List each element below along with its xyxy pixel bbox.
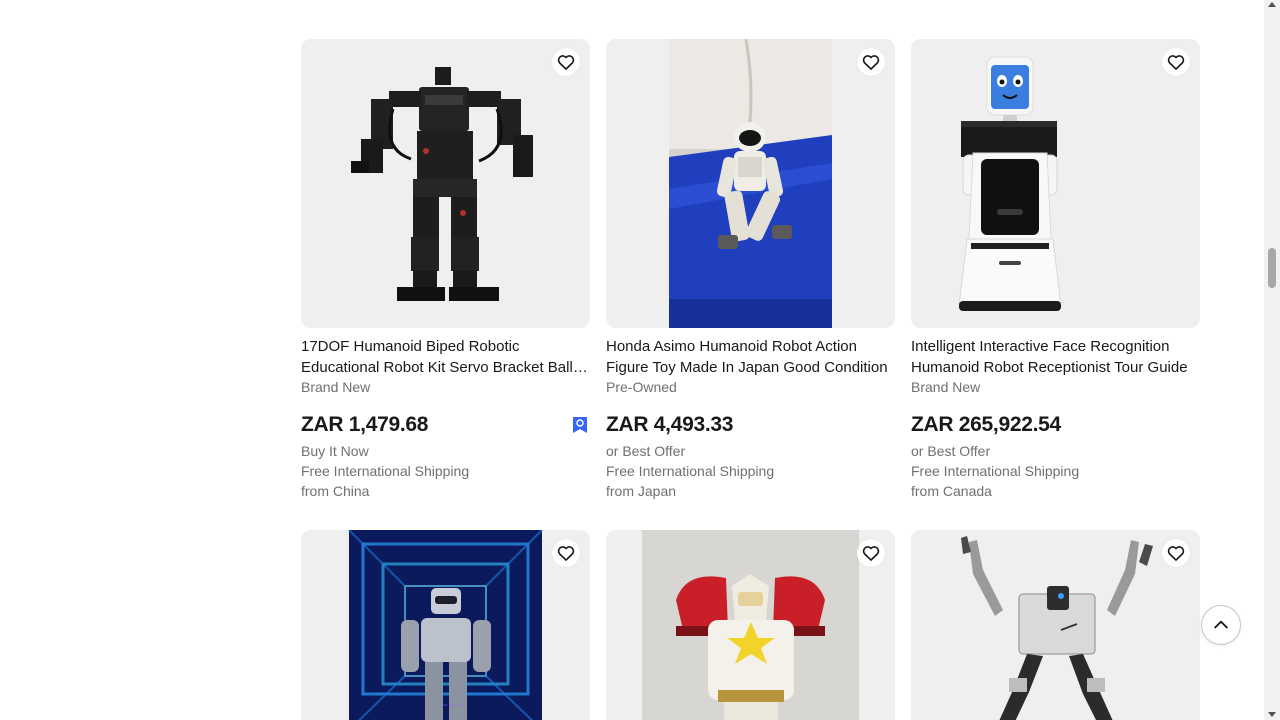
product-title[interactable]: Intelligent Interactive Face Recognition… — [911, 336, 1200, 378]
product-condition: Pre-Owned — [606, 379, 677, 395]
receptionist-robot-image — [911, 39, 1200, 328]
product-image[interactable]: ~~~ — [301, 530, 590, 720]
price-row: ZAR 1,479.68 — [301, 412, 590, 438]
asimo-figure-image — [606, 39, 895, 328]
product-card[interactable]: Intelligent Interactive Face Recognition… — [911, 39, 1200, 501]
product-card[interactable] — [606, 530, 895, 720]
heart-icon — [1167, 546, 1185, 561]
scroll-up-arrow-icon[interactable] — [1268, 2, 1276, 7]
robot-neon-tunnel-image: ~~~ — [301, 530, 590, 720]
purchase-format: Buy It Now — [301, 443, 369, 459]
watch-button[interactable] — [857, 539, 885, 567]
product-card[interactable] — [911, 530, 1200, 720]
vertical-scrollbar[interactable] — [1264, 0, 1280, 720]
shipping-info: Free International Shipping — [301, 463, 470, 479]
product-card[interactable]: Honda Asimo Humanoid Robot Action Figure… — [606, 39, 895, 501]
watch-button[interactable] — [552, 48, 580, 76]
product-condition: Brand New — [301, 379, 371, 395]
heart-icon — [1167, 55, 1185, 70]
price-row: ZAR 265,922.54 — [911, 412, 1200, 438]
chevron-up-icon — [1214, 620, 1228, 629]
product-image[interactable] — [606, 530, 895, 720]
product-condition: Brand New — [911, 379, 981, 395]
scrollbar-thumb[interactable] — [1268, 248, 1276, 288]
back-to-top-button[interactable] — [1201, 605, 1241, 645]
product-title[interactable]: Honda Asimo Humanoid Robot Action Figure… — [606, 336, 895, 378]
transforming-robot-toy-image — [606, 530, 895, 720]
product-image[interactable] — [911, 39, 1200, 328]
heart-icon — [557, 55, 575, 70]
product-card[interactable]: ~~~ — [301, 530, 590, 720]
shipping-info: Free International Shipping — [911, 463, 1080, 479]
watch-button[interactable] — [1162, 48, 1190, 76]
heart-icon — [557, 546, 575, 561]
svg-text:~~~: ~~~ — [441, 701, 464, 711]
product-image[interactable] — [606, 39, 895, 328]
scroll-down-arrow-icon[interactable] — [1268, 712, 1276, 717]
product-card[interactable]: 17DOF Humanoid Biped Robotic Educational… — [301, 39, 590, 501]
purchase-format: or Best Offer — [911, 443, 991, 459]
watch-button[interactable] — [857, 48, 885, 76]
purchase-format: or Best Offer — [606, 443, 686, 459]
watch-button[interactable] — [1162, 539, 1190, 567]
item-location: from Canada — [911, 483, 992, 499]
product-price: ZAR 4,493.33 — [606, 413, 734, 436]
product-image[interactable] — [911, 530, 1200, 720]
product-title[interactable]: 17DOF Humanoid Biped Robotic Educational… — [301, 336, 590, 378]
silver-humanoid-robot-image — [911, 530, 1200, 720]
shipping-info: Free International Shipping — [606, 463, 775, 479]
item-location: from Japan — [606, 483, 677, 499]
search-results-page: 17DOF Humanoid Biped Robotic Educational… — [0, 0, 1264, 720]
top-rated-ribbon-icon — [573, 417, 587, 433]
product-price: ZAR 265,922.54 — [911, 413, 1061, 436]
black-servo-robot-kit-image — [301, 39, 590, 328]
product-price: ZAR 1,479.68 — [301, 413, 429, 436]
item-location: from China — [301, 483, 370, 499]
watch-button[interactable] — [552, 539, 580, 567]
product-image[interactable] — [301, 39, 590, 328]
heart-icon — [862, 546, 880, 561]
price-row: ZAR 4,493.33 — [606, 412, 895, 438]
heart-icon — [862, 55, 880, 70]
